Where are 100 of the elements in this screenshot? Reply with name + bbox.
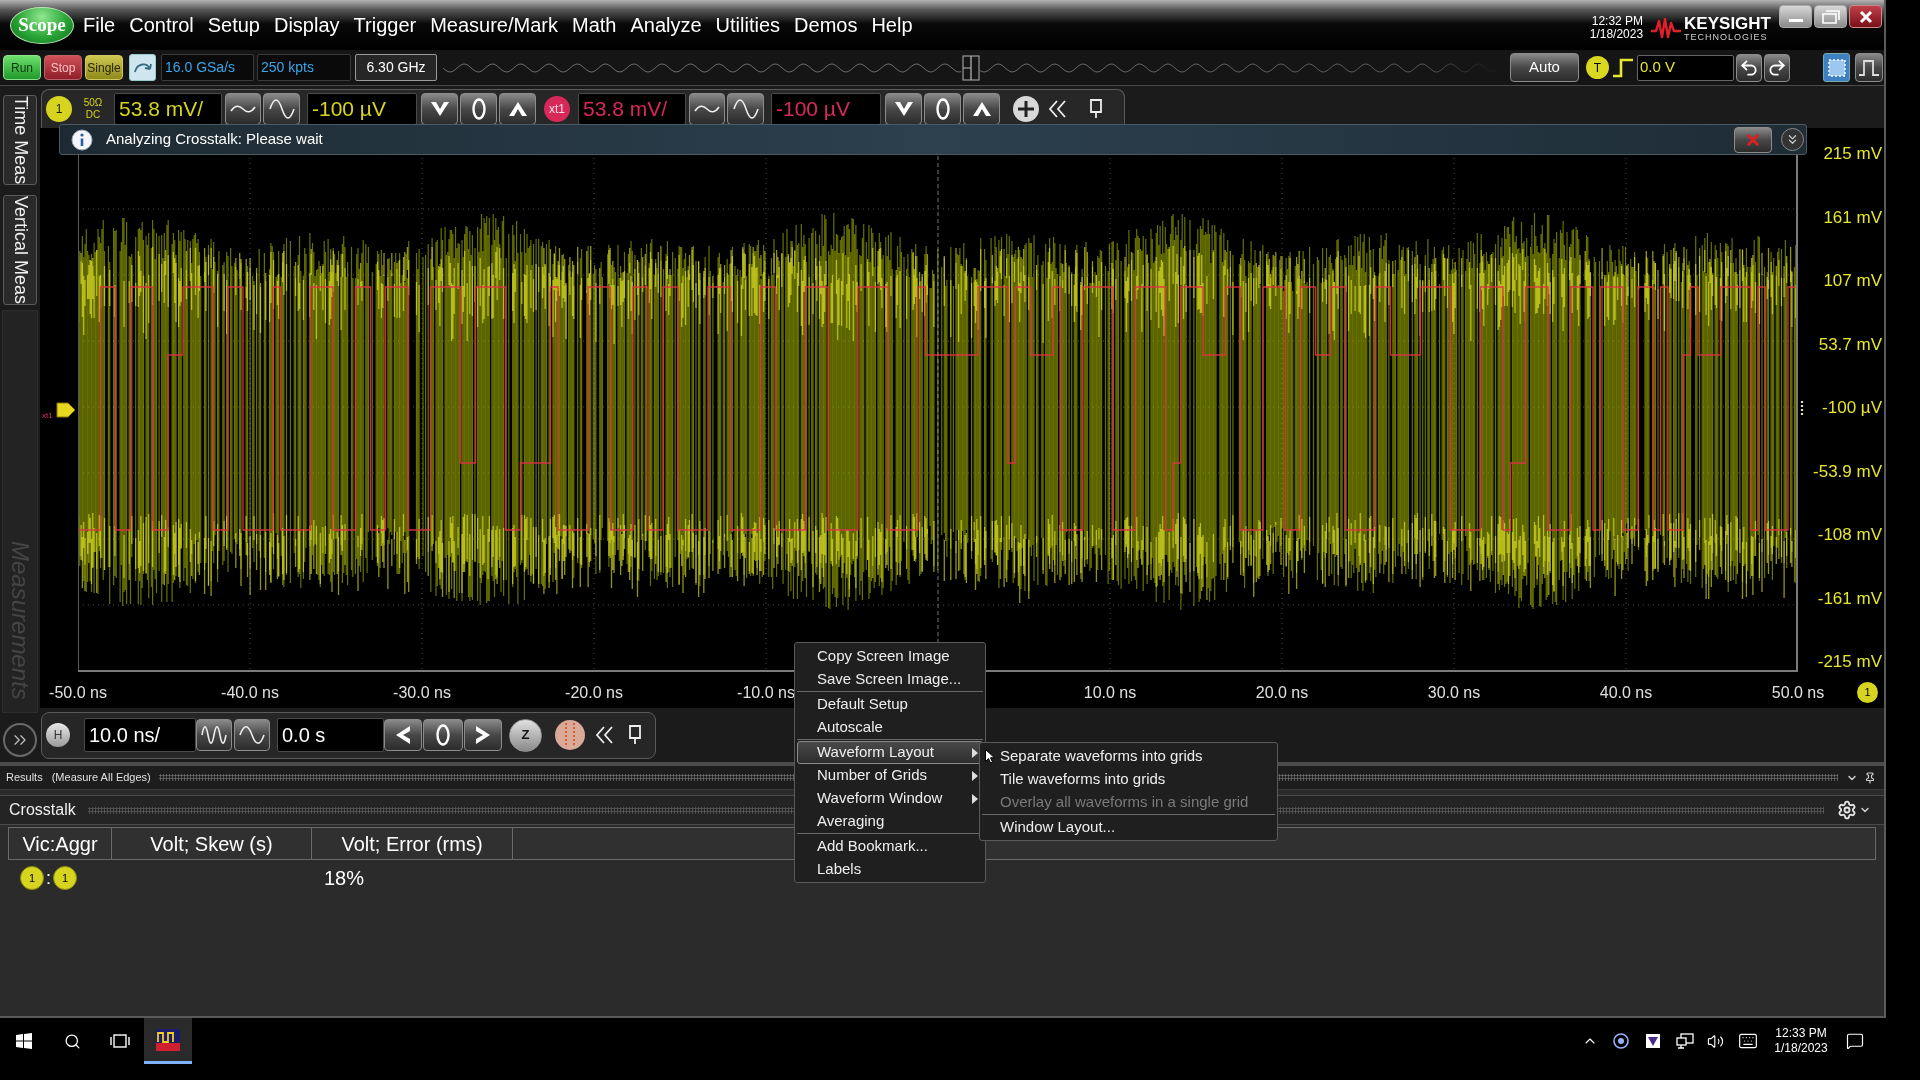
taskbar-date: 1/18/2023 — [1774, 1041, 1828, 1056]
chevron-down-icon — [429, 101, 450, 117]
dismiss-button[interactable] — [1734, 126, 1772, 153]
trigger-level-field[interactable]: 0.0 V — [1637, 54, 1734, 81]
menu-item[interactable]: Labels — [797, 858, 983, 881]
axis-label: 30.0 ns — [1427, 683, 1481, 703]
pin-icon[interactable] — [1864, 771, 1876, 784]
minimize-icon — [1788, 19, 1803, 22]
zero-button[interactable] — [460, 93, 497, 125]
left-button[interactable] — [384, 719, 422, 751]
channel-badge[interactable]: 1 — [46, 96, 72, 122]
down-button[interactable] — [885, 93, 922, 125]
menu-item[interactable]: Copy Screen Image — [797, 645, 983, 668]
channel-marker[interactable]: 1 — [1857, 682, 1878, 703]
menu-item[interactable]: Waveform Window — [797, 787, 983, 810]
clock-button[interactable]: 12:33 PM 1/18/2023 — [1766, 1018, 1836, 1064]
screen-select-button[interactable] — [1823, 53, 1850, 82]
menu-item[interactable]: Window Layout... — [982, 816, 1275, 839]
offset-field[interactable]: -100 µV — [307, 93, 417, 125]
app-button[interactable] — [144, 1018, 192, 1064]
menu-item[interactable]: Averaging — [797, 810, 983, 833]
display-button[interactable] — [129, 54, 156, 81]
expand-button[interactable] — [3, 723, 37, 757]
column-header[interactable]: Volt; Skew (s) — [112, 828, 312, 859]
column-header[interactable]: Volt; Error (rms) — [312, 828, 513, 859]
menu-item[interactable]: File — [83, 13, 116, 37]
side-tab[interactable]: Time Meas — [3, 95, 37, 186]
keyboard-icon — [1737, 1031, 1759, 1051]
narrow-wave-button[interactable] — [196, 719, 232, 751]
oval-icon — [436, 724, 450, 746]
menu-item[interactable]: Setup — [207, 13, 260, 37]
zero-button[interactable] — [924, 93, 961, 125]
wide-wave-icon — [239, 725, 265, 745]
scale-field[interactable]: 53.8 mV/ — [114, 93, 222, 125]
offset-field[interactable]: -100 µV — [771, 93, 881, 125]
add-button[interactable] — [1012, 95, 1040, 123]
menu-item[interactable]: Demos — [794, 13, 858, 37]
menu-item[interactable]: Control — [129, 13, 194, 37]
zoom-button[interactable]: Z — [509, 718, 542, 752]
single-button[interactable]: Single — [85, 55, 123, 80]
menu-item[interactable]: Autoscale — [797, 716, 983, 739]
stop-button[interactable]: Stop — [44, 55, 82, 80]
menu-item[interactable]: Utilities — [715, 13, 781, 37]
oval-icon — [935, 98, 950, 120]
clock-time: 12:32 PM — [1591, 15, 1644, 28]
menu-item[interactable]: Help — [871, 13, 913, 37]
time-scale-field[interactable]: 10.0 ns/ — [84, 718, 196, 752]
trigger-mode-button[interactable]: Auto — [1510, 53, 1579, 82]
axis-label: 10.0 ns — [1083, 683, 1137, 703]
menu-item[interactable]: Number of Grids — [797, 764, 983, 787]
dotted-lines-icon[interactable] — [554, 719, 586, 751]
wide-wave-button[interactable] — [234, 719, 270, 751]
pulse-button[interactable] — [1855, 53, 1883, 82]
collapse-button[interactable] — [1781, 128, 1804, 151]
position-marker-icon[interactable] — [962, 54, 980, 81]
scale-field[interactable]: 53.8 mV/ — [578, 93, 686, 125]
small-wave-button[interactable] — [689, 93, 725, 125]
menu-item[interactable]: Waveform Layout — [797, 741, 983, 764]
axis-label: -100 µV — [1822, 398, 1882, 418]
menu-item[interactable]: Trigger — [353, 13, 417, 37]
channel-badge[interactable]: xt1 — [544, 96, 570, 122]
chevron-up-icon — [971, 101, 992, 117]
memory-depth-field[interactable]: 250 kpts — [257, 54, 351, 81]
menu-item[interactable]: Add Bookmark... — [797, 835, 983, 858]
close-button[interactable] — [1849, 5, 1882, 28]
side-tab[interactable]: Vertical Meas — [3, 195, 37, 306]
menu-item[interactable]: Measure/Mark — [430, 13, 558, 37]
large-wave-button[interactable] — [727, 93, 764, 125]
menu-item[interactable]: Tile waveforms into grids — [982, 768, 1275, 791]
drag-handle-icon[interactable] — [1800, 400, 1804, 418]
redo-button[interactable] — [1764, 53, 1790, 82]
menu-item[interactable]: Separate waveforms into grids — [982, 745, 1275, 768]
down-button[interactable] — [421, 93, 458, 125]
sample-rate-field[interactable]: 16.0 GSa/s — [161, 54, 254, 81]
trigger-marker-icon[interactable] — [56, 402, 76, 418]
menu-item[interactable]: Save Screen Image... — [797, 668, 983, 691]
time-position-field[interactable]: 0.0 s — [277, 718, 384, 752]
menu-item[interactable]: Display — [274, 13, 340, 37]
horizontal-badge[interactable]: H — [46, 723, 70, 747]
large-wave-button[interactable] — [263, 93, 300, 125]
up-button[interactable] — [499, 93, 536, 125]
axis-label: 161 mV — [1823, 207, 1882, 228]
undo-button[interactable] — [1736, 53, 1762, 82]
axis-label: -108 mV — [1817, 525, 1882, 545]
right-button[interactable] — [464, 719, 502, 751]
small-wave-button[interactable] — [225, 93, 261, 125]
bandwidth-field[interactable]: 6.30 GHz — [355, 54, 437, 81]
double-chevron-left-icon — [1046, 99, 1067, 119]
chevron-up-icon — [507, 101, 528, 117]
run-button[interactable]: Run — [3, 55, 41, 80]
settings-button[interactable] — [1836, 798, 1872, 822]
trigger-source-indicator[interactable]: T — [1586, 56, 1609, 79]
menu-item[interactable]: Math — [572, 13, 617, 37]
rising-edge-icon — [1612, 57, 1634, 78]
column-header[interactable]: Vic:Aggr — [9, 828, 112, 859]
up-button[interactable] — [963, 93, 1000, 125]
menu-item[interactable]: Analyze — [630, 13, 702, 37]
minimize-button[interactable] — [1779, 5, 1812, 28]
zero-button[interactable] — [423, 719, 463, 751]
menu-item[interactable]: Default Setup — [797, 693, 983, 716]
